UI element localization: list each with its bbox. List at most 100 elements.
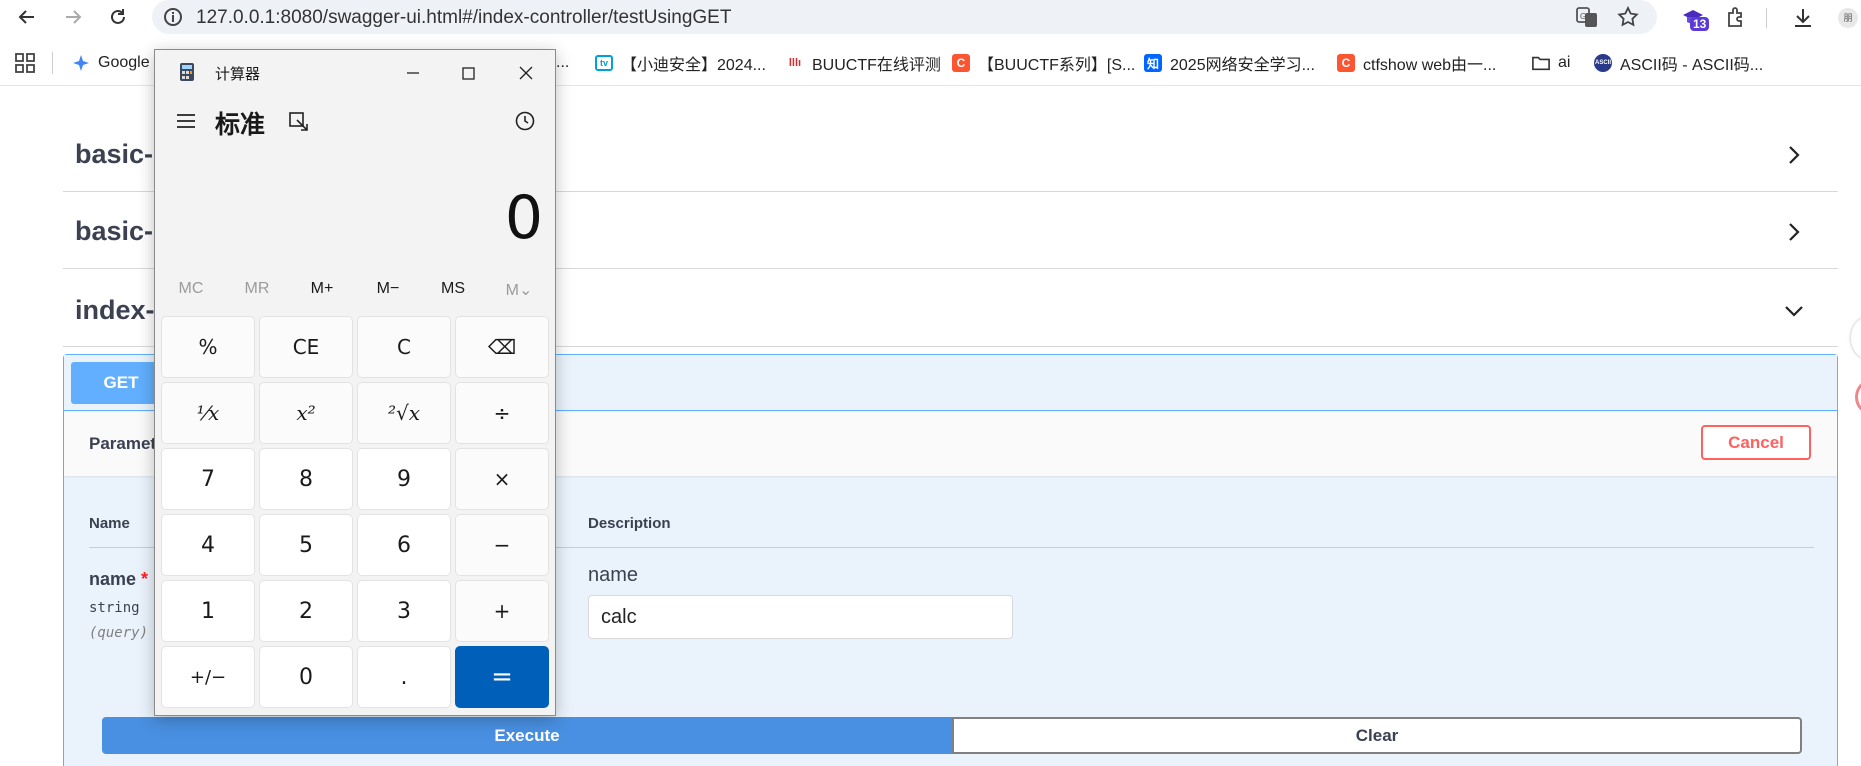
digit-8-button[interactable]: 8: [259, 448, 353, 510]
profile-avatar[interactable]: 朋: [1838, 8, 1858, 28]
reload-icon: [111, 9, 125, 24]
memory-list-button[interactable]: M⌄: [489, 280, 549, 300]
browser-toolbar: 127.0.0.1:8080/swagger-ui.html#/index-co…: [0, 0, 1861, 34]
folder-icon: [1532, 54, 1550, 72]
back-button[interactable]: [12, 2, 42, 32]
bookmark-buuctf[interactable]: lllı BUUCTF在线评测: [786, 51, 941, 75]
bookmark-folder-ai[interactable]: ai: [1532, 51, 1570, 75]
section-basic-2-title[interactable]: basic-: [75, 216, 153, 247]
parameters-label: Paramet: [89, 434, 157, 453]
param-type: string: [89, 600, 140, 616]
chevron-down-icon[interactable]: [1782, 299, 1806, 323]
param-description: name: [588, 564, 639, 586]
section-index-title[interactable]: index-: [75, 295, 155, 326]
clear-entry-button[interactable]: CE: [259, 316, 353, 378]
percent-button[interactable]: %: [161, 316, 255, 378]
decimal-button[interactable]: .: [357, 646, 451, 708]
digit-2-button[interactable]: 2: [259, 580, 353, 642]
column-name-header: Name: [89, 515, 130, 532]
execute-button[interactable]: Execute: [102, 717, 952, 754]
required-mark: *: [141, 569, 149, 589]
calculator-app-icon: [180, 63, 194, 81]
site-info-icon[interactable]: [162, 6, 184, 28]
clear-button[interactable]: Clear: [952, 717, 1802, 754]
square-root-button[interactable]: ²√x: [357, 382, 451, 444]
chevron-right-icon[interactable]: [1782, 220, 1806, 244]
download-icon[interactable]: [1790, 5, 1816, 31]
digit-6-button[interactable]: 6: [357, 514, 451, 576]
svg-text:G: G: [1580, 12, 1586, 21]
calculator-mode-title: 标准: [215, 111, 266, 139]
bookmark-xiaodi[interactable]: tv 【小迪安全】2024...: [595, 51, 766, 75]
url-text: 127.0.0.1:8080/swagger-ui.html#/index-co…: [196, 7, 732, 28]
digit-1-button[interactable]: 1: [161, 580, 255, 642]
digit-5-button[interactable]: 5: [259, 514, 353, 576]
negate-button[interactable]: +/−: [161, 646, 255, 708]
translate-icon[interactable]: G: [1575, 5, 1599, 29]
calculator-window-title: 计算器: [215, 66, 261, 83]
google-icon: [72, 54, 90, 72]
clear-button[interactable]: C: [357, 316, 451, 378]
divide-button[interactable]: ÷: [455, 382, 549, 444]
digit-3-button[interactable]: 3: [357, 580, 451, 642]
history-icon[interactable]: [513, 109, 537, 133]
multiply-button[interactable]: ×: [455, 448, 549, 510]
equals-button[interactable]: =: [455, 646, 549, 708]
maximize-icon[interactable]: [453, 58, 483, 88]
address-bar[interactable]: 127.0.0.1:8080/swagger-ui.html#/index-co…: [152, 0, 1657, 34]
digit-4-button[interactable]: 4: [161, 514, 255, 576]
toolbar-divider: [1766, 8, 1767, 28]
reciprocal-button[interactable]: ¹⁄x: [161, 382, 255, 444]
forward-button[interactable]: [58, 2, 88, 32]
calculator-window: 计算器 标准 0 MC MR M+ M− MS M⌄ % CE C ⌫ ¹⁄x …: [154, 49, 556, 716]
bookmark-google[interactable]: Google: [72, 51, 150, 75]
arrow-left-icon: [18, 10, 34, 24]
floating-edge-button[interactable]: [1851, 318, 1861, 358]
bookmark-security-learning[interactable]: 知 2025网络安全学习...: [1144, 51, 1315, 75]
square-button[interactable]: x²: [259, 382, 353, 444]
extension-badge: 13: [1690, 17, 1710, 31]
hamburger-menu-icon[interactable]: [175, 111, 197, 131]
param-name-input[interactable]: [588, 595, 1013, 639]
minimize-icon[interactable]: [398, 58, 428, 88]
column-description-header: Description: [588, 515, 671, 532]
apps-grid-icon[interactable]: [14, 52, 36, 74]
backspace-button[interactable]: ⌫: [455, 316, 549, 378]
subtract-button[interactable]: −: [455, 514, 549, 576]
memory-row: MC MR M+ M− MS M⌄: [155, 280, 555, 306]
memory-store-button[interactable]: MS: [423, 280, 483, 298]
reload-button[interactable]: [103, 2, 133, 32]
chevron-right-icon[interactable]: [1782, 143, 1806, 167]
memory-recall-button[interactable]: MR: [227, 280, 287, 298]
section-basic-1-title[interactable]: basic-: [75, 139, 153, 170]
memory-subtract-button[interactable]: M−: [358, 280, 418, 298]
digit-0-button[interactable]: 0: [259, 646, 353, 708]
csdn-icon: C: [952, 54, 970, 72]
ascii-icon: ASCII: [1594, 54, 1612, 72]
calculator-display: 0: [504, 183, 543, 253]
param-location: (query): [89, 625, 149, 641]
bookmark-buuctf-series[interactable]: C 【BUUCTF系列】[S...: [952, 51, 1135, 75]
param-name: name *: [89, 569, 149, 589]
keep-on-top-icon[interactable]: [287, 110, 311, 134]
arrow-right-icon: [66, 10, 82, 24]
digit-7-button[interactable]: 7: [161, 448, 255, 510]
memory-clear-button[interactable]: MC: [161, 280, 221, 298]
bookmarks-divider: [52, 52, 53, 74]
bookmark-hidden[interactable]: ...: [556, 51, 569, 75]
bookmark-ascii[interactable]: ASCII ASCII码 - ASCII码...: [1594, 51, 1763, 75]
bilibili-icon: tv: [595, 55, 613, 71]
calculator-titlebar[interactable]: 计算器: [155, 50, 555, 94]
cancel-button[interactable]: Cancel: [1701, 425, 1811, 460]
memory-add-button[interactable]: M+: [292, 280, 352, 298]
close-icon[interactable]: [511, 58, 541, 88]
buuctf-icon: lllı: [788, 57, 802, 69]
add-button[interactable]: +: [455, 580, 549, 642]
bookmark-ctfshow[interactable]: C ctfshow web由一...: [1337, 51, 1496, 75]
zhihu-icon: 知: [1144, 54, 1162, 72]
extensions-puzzle-icon[interactable]: [1723, 5, 1749, 31]
digit-9-button[interactable]: 9: [357, 448, 451, 510]
star-icon[interactable]: [1616, 5, 1640, 29]
floating-edge-avatar[interactable]: [1855, 380, 1861, 414]
csdn-icon: C: [1337, 54, 1355, 72]
